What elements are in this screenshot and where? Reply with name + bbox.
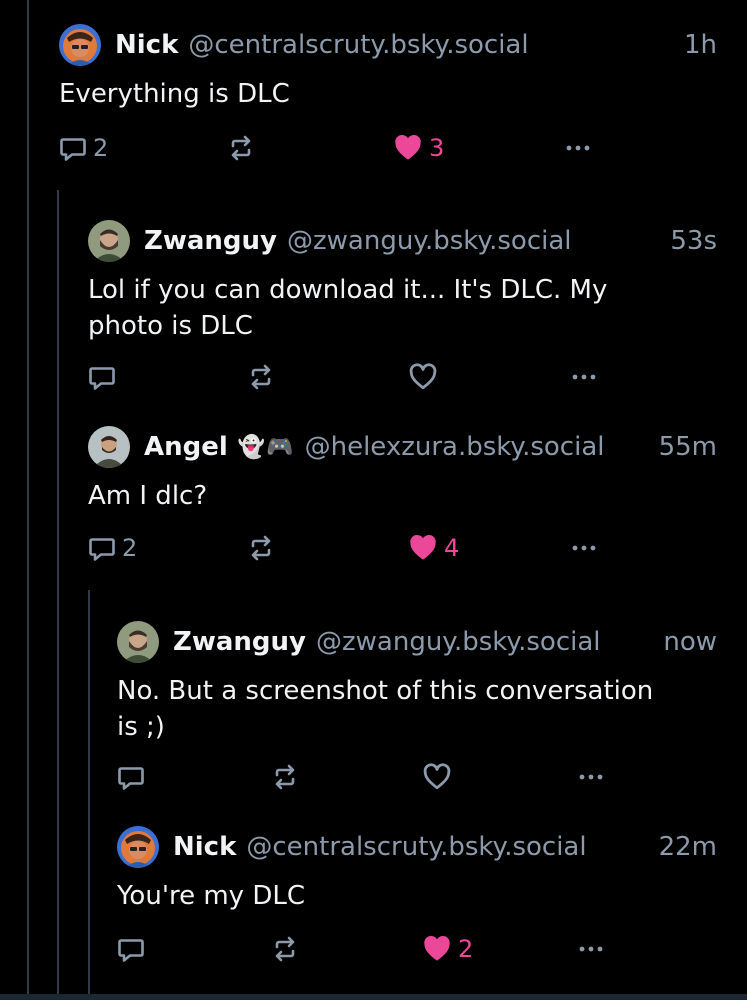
ellipsis-icon (561, 134, 595, 162)
post-angel-reply[interactable]: Angel 👻🎮 @helexzura.bsky.social 55m Am I… (88, 426, 717, 576)
repost-button[interactable] (227, 132, 255, 164)
reply-button[interactable] (88, 361, 116, 393)
avatar-illustrated-man-icon[interactable] (117, 826, 159, 868)
like-count: 3 (429, 134, 445, 162)
reply-icon (59, 134, 87, 162)
like-count: 4 (444, 534, 460, 562)
heart-outline-icon (422, 762, 452, 792)
thread-line-nested (88, 590, 90, 994)
heart-filled-icon (422, 934, 452, 964)
ellipsis-icon (574, 935, 608, 963)
ghost-gamepad-emoji: 👻🎮 (237, 434, 295, 460)
post-time[interactable]: 1h (684, 24, 717, 66)
post-header: Angel 👻🎮 @helexzura.bsky.social (144, 426, 604, 468)
post-time[interactable]: 53s (670, 220, 717, 262)
avatar-man-photo-icon[interactable] (88, 426, 130, 468)
post-time[interactable]: now (663, 621, 717, 663)
avatar-illustrated-man-icon[interactable] (59, 24, 101, 66)
author-name[interactable]: Angel (144, 432, 228, 462)
reply-button[interactable]: 2 (88, 532, 137, 564)
like-button[interactable] (408, 361, 438, 393)
reply-icon (117, 763, 145, 791)
ellipsis-icon (567, 534, 601, 562)
repost-icon (247, 534, 275, 562)
post-text: Am I dlc? (88, 481, 208, 511)
post-actions (117, 761, 717, 793)
author-handle[interactable]: @zwanguy.bsky.social (316, 627, 601, 657)
post-zwanguy-reply[interactable]: Zwanguy @zwanguy.bsky.social 53s Lol if … (88, 220, 717, 400)
repost-button[interactable] (247, 361, 275, 393)
author-handle[interactable]: @zwanguy.bsky.social (287, 226, 572, 256)
thread-line-reply (57, 190, 59, 994)
thread-line-outer (27, 0, 29, 994)
post-header: Nick @centralscruty.bsky.social (115, 24, 529, 66)
reply-icon (88, 534, 116, 562)
repost-icon (247, 363, 275, 391)
post-actions: 2 (117, 933, 717, 965)
heart-outline-icon (408, 362, 438, 392)
post-nick-nested[interactable]: Nick @centralscruty.bsky.social 22m You'… (117, 826, 717, 976)
repost-button[interactable] (247, 532, 275, 564)
like-button[interactable]: 3 (393, 132, 444, 164)
like-button[interactable] (422, 761, 452, 793)
post-time[interactable]: 55m (659, 426, 717, 468)
post-header: Zwanguy @zwanguy.bsky.social (144, 220, 572, 262)
author-handle[interactable]: @centralscruty.bsky.social (246, 832, 586, 862)
author-name[interactable]: Zwanguy (173, 627, 306, 657)
more-options-button[interactable] (567, 361, 601, 393)
author-handle[interactable]: @helexzura.bsky.social (305, 432, 605, 462)
author-name[interactable]: Zwanguy (144, 226, 277, 256)
more-options-button[interactable] (574, 761, 608, 793)
avatar-bearded-man-icon[interactable] (117, 621, 159, 663)
repost-button[interactable] (271, 933, 299, 965)
post-text: No. But a screenshot of this conversatio… (117, 673, 653, 745)
repost-icon (271, 763, 299, 791)
post-header: Zwanguy @zwanguy.bsky.social (173, 621, 601, 663)
post-header: Nick @centralscruty.bsky.social (173, 826, 587, 868)
heart-filled-icon (408, 533, 438, 563)
post-nick-root[interactable]: Nick @centralscruty.bsky.social 1h Every… (59, 24, 717, 174)
ellipsis-icon (574, 763, 608, 791)
post-actions: 2 4 (88, 532, 717, 564)
reply-button[interactable]: 2 (59, 132, 108, 164)
post-zwanguy-nested[interactable]: Zwanguy @zwanguy.bsky.social now No. But… (117, 621, 717, 801)
author-handle[interactable]: @centralscruty.bsky.social (188, 30, 528, 60)
repost-button[interactable] (271, 761, 299, 793)
avatar-bearded-man-icon[interactable] (88, 220, 130, 262)
heart-filled-icon (393, 133, 423, 163)
author-name[interactable]: Nick (115, 30, 178, 60)
reply-button[interactable] (117, 761, 145, 793)
post-text: Lol if you can download it... It's DLC. … (88, 272, 607, 344)
reply-count: 2 (122, 534, 138, 562)
post-text: You're my DLC (117, 881, 305, 911)
post-text-line: Lol if you can download it... It's DLC. … (88, 275, 608, 305)
post-text-line: is ;) (117, 712, 165, 742)
like-button[interactable]: 4 (408, 532, 459, 564)
bottom-divider (0, 994, 747, 1000)
post-time[interactable]: 22m (659, 826, 717, 868)
repost-icon (271, 935, 299, 963)
ellipsis-icon (567, 363, 601, 391)
more-options-button[interactable] (567, 532, 601, 564)
author-name[interactable]: Nick (173, 832, 236, 862)
reply-icon (117, 935, 145, 963)
post-text-line: No. But a screenshot of this conversatio… (117, 676, 654, 706)
reply-icon (88, 363, 116, 391)
like-button[interactable]: 2 (422, 933, 473, 965)
post-text: Everything is DLC (59, 79, 290, 109)
reply-button[interactable] (117, 933, 145, 965)
more-options-button[interactable] (561, 132, 595, 164)
post-actions (88, 361, 717, 393)
post-actions: 2 3 (59, 132, 717, 164)
like-count: 2 (458, 935, 474, 963)
repost-icon (227, 134, 255, 162)
reply-count: 2 (93, 134, 109, 162)
more-options-button[interactable] (574, 933, 608, 965)
post-text-line: photo is DLC (88, 311, 253, 341)
